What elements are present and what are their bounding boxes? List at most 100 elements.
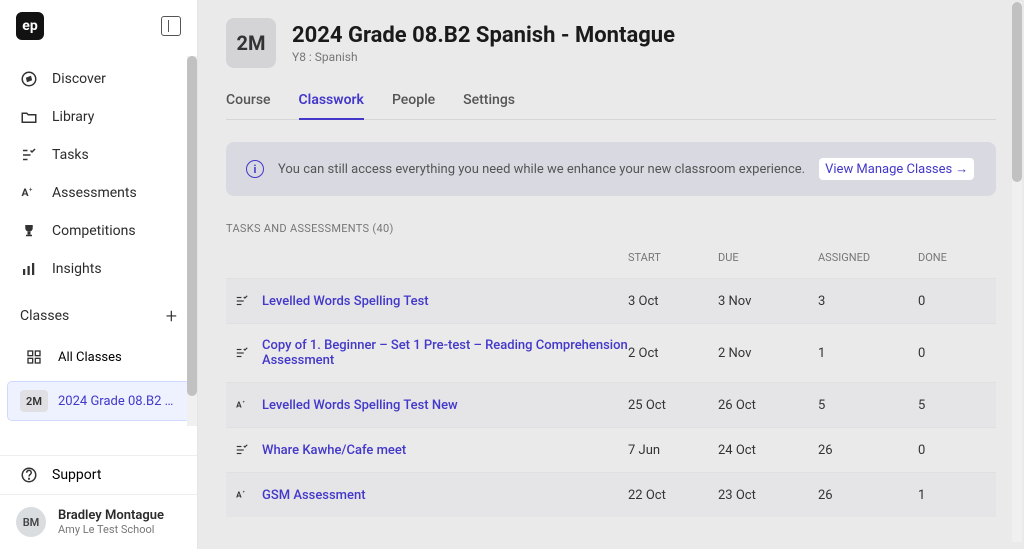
task-icon xyxy=(234,442,250,458)
app-shell: ep Discover Library Tasks xyxy=(0,0,1024,549)
add-class-button[interactable]: + xyxy=(166,304,177,328)
logo[interactable]: ep xyxy=(16,12,44,40)
task-due: 2 Nov xyxy=(718,346,818,361)
task-row[interactable]: Whare Kawhe/Cafe meet7 Jun24 Oct260 xyxy=(226,427,996,472)
nav-tasks[interactable]: Tasks xyxy=(0,136,197,174)
tab-course[interactable]: Course xyxy=(226,82,271,119)
task-icon xyxy=(234,293,250,309)
sidebar-collapse-button[interactable] xyxy=(161,16,181,36)
task-done: 0 xyxy=(918,346,988,361)
task-start: 22 Oct xyxy=(628,488,718,503)
svg-text:+: + xyxy=(29,187,33,194)
user-block[interactable]: BM Bradley Montague Amy Le Test School xyxy=(0,494,197,549)
task-table-header: START DUE ASSIGNED DONE xyxy=(226,247,996,278)
class-avatar: 2M xyxy=(226,18,276,68)
sidebar-footer: Support BM Bradley Montague Amy Le Test … xyxy=(0,455,197,549)
task-row[interactable]: Levelled Words Spelling Test3 Oct3 Nov30 xyxy=(226,278,996,323)
task-due: 23 Oct xyxy=(718,488,818,503)
nav-label: Insights xyxy=(52,261,102,277)
class-header: 2M 2024 Grade 08.B2 Spanish - Montague Y… xyxy=(226,18,996,68)
help-icon xyxy=(20,466,38,484)
assessment-icon: A+ xyxy=(234,397,250,413)
user-school: Amy Le Test School xyxy=(58,523,164,536)
trophy-icon xyxy=(20,222,38,240)
page-title: 2024 Grade 08.B2 Spanish - Montague xyxy=(292,23,675,48)
tab-classwork[interactable]: Classwork xyxy=(299,82,364,120)
task-start: 7 Jun xyxy=(628,443,718,458)
nav-label: Assessments xyxy=(52,185,137,201)
view-manage-classes-link[interactable]: View Manage Classes → xyxy=(819,158,974,180)
task-assigned: 1 xyxy=(818,346,918,361)
nav-label: Library xyxy=(52,109,94,125)
section-title: TASKS AND ASSESSMENTS (40) xyxy=(226,222,996,235)
col-assigned: ASSIGNED xyxy=(818,251,918,264)
task-icon xyxy=(234,345,250,361)
page-subtitle: Y8 : Spanish xyxy=(292,50,675,64)
support-label: Support xyxy=(52,467,101,483)
tab-settings[interactable]: Settings xyxy=(463,82,515,119)
compass-icon xyxy=(20,70,38,88)
task-start: 2 Oct xyxy=(628,346,718,361)
nav-label: Tasks xyxy=(52,147,89,163)
sidebar-top: ep xyxy=(0,0,197,48)
banner-text: You can still access everything you need… xyxy=(278,162,805,177)
tab-people[interactable]: People xyxy=(392,82,435,119)
task-assigned: 26 xyxy=(818,488,918,503)
tasks-icon xyxy=(20,146,38,164)
task-row[interactable]: Copy of 1. Beginner – Set 1 Pre-test – R… xyxy=(226,323,996,382)
nav-label: Discover xyxy=(52,71,106,87)
task-start: 25 Oct xyxy=(628,398,718,413)
task-assigned: 5 xyxy=(818,398,918,413)
svg-text:A: A xyxy=(236,399,242,409)
task-done: 5 xyxy=(918,398,988,413)
svg-text:+: + xyxy=(243,399,246,404)
info-banner: i You can still access everything you ne… xyxy=(226,142,996,196)
task-name: Whare Kawhe/Cafe meet xyxy=(262,443,628,458)
classes-label: Classes xyxy=(20,308,69,324)
task-name: GSM Assessment xyxy=(262,488,628,503)
main-scrollbar[interactable] xyxy=(1012,2,1022,542)
task-name: Copy of 1. Beginner – Set 1 Pre-test – R… xyxy=(262,338,628,368)
nav-competitions[interactable]: Competitions xyxy=(0,212,197,250)
user-name: Bradley Montague xyxy=(58,508,164,523)
nav-library[interactable]: Library xyxy=(0,98,197,136)
sidebar: ep Discover Library Tasks xyxy=(0,0,198,549)
assessment-icon: A+ xyxy=(20,184,38,202)
task-due: 24 Oct xyxy=(718,443,818,458)
task-row[interactable]: A+ Levelled Words Spelling Test New25 Oct… xyxy=(226,382,996,427)
nav-insights[interactable]: Insights xyxy=(0,250,197,288)
task-assigned: 26 xyxy=(818,443,918,458)
assessment-icon: A+ xyxy=(234,487,250,503)
info-icon: i xyxy=(246,160,264,178)
col-done: DONE xyxy=(918,251,988,264)
task-due: 26 Oct xyxy=(718,398,818,413)
task-name: Levelled Words Spelling Test New xyxy=(262,398,628,413)
svg-text:+: + xyxy=(243,489,246,494)
task-done: 1 xyxy=(918,488,988,503)
class-badge: 2M xyxy=(20,390,48,412)
tabs: Course Classwork People Settings xyxy=(226,82,996,120)
nav-label: Competitions xyxy=(52,223,136,239)
sidebar-scrollbar[interactable] xyxy=(187,56,197,426)
task-start: 3 Oct xyxy=(628,294,718,309)
nav-support[interactable]: Support xyxy=(0,455,197,494)
svg-text:A: A xyxy=(236,489,242,499)
main-content: 2M 2024 Grade 08.B2 Spanish - Montague Y… xyxy=(198,0,1024,549)
sidebar-class-selected[interactable]: 2M 2024 Grade 08.B2 … xyxy=(8,382,189,420)
arrow-right-icon: → xyxy=(955,161,968,177)
grid-icon xyxy=(20,348,48,366)
class-label: 2024 Grade 08.B2 … xyxy=(58,394,173,409)
classes-section-header: Classes + xyxy=(0,292,197,336)
col-due: DUE xyxy=(718,251,818,264)
nav-assessments[interactable]: A+ Assessments xyxy=(0,174,197,212)
folder-icon xyxy=(20,108,38,126)
task-row[interactable]: A+ GSM Assessment22 Oct23 Oct261 xyxy=(226,472,996,517)
all-classes-label: All Classes xyxy=(58,350,122,365)
avatar: BM xyxy=(16,507,46,537)
task-name: Levelled Words Spelling Test xyxy=(262,294,628,309)
task-done: 0 xyxy=(918,443,988,458)
sidebar-all-classes[interactable]: All Classes xyxy=(8,340,189,374)
chart-icon xyxy=(20,260,38,278)
task-done: 0 xyxy=(918,294,988,309)
nav-discover[interactable]: Discover xyxy=(0,60,197,98)
